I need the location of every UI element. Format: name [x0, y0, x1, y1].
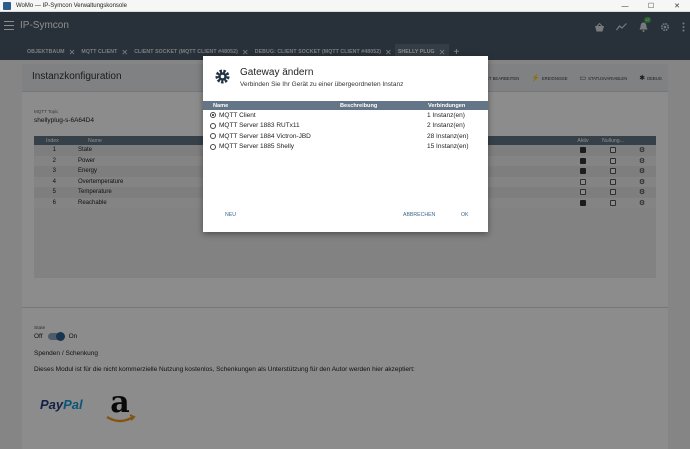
minimize-button[interactable]: —: [612, 0, 638, 12]
gateway-name: MQTT Server 1885 Shelly: [219, 143, 295, 151]
gateway-name: MQTT Server 1883 RUTx11: [219, 122, 300, 130]
gateway-row[interactable]: MQTT Server 1883 RUTx11 2 Instanz(en): [203, 121, 488, 132]
header-verbindungen[interactable]: Verbindungen: [428, 103, 488, 109]
gateway-table: Name Beschreibung Verbindungen MQTT Clie…: [203, 101, 488, 152]
gateway-table-header: Name Beschreibung Verbindungen: [203, 101, 488, 110]
close-window-button[interactable]: ✕: [664, 0, 690, 12]
cancel-button[interactable]: ABBRECHEN: [403, 212, 435, 218]
dialog-footer: NEU ABBRECHEN OK: [203, 212, 488, 224]
window-controls: — ☐ ✕: [612, 0, 690, 12]
maximize-button[interactable]: ☐: [638, 0, 664, 12]
ok-button[interactable]: OK: [461, 212, 469, 218]
gateway-dialog: Gateway ändern Verbinden Sie Ihr Gerät z…: [203, 56, 488, 232]
window-titlebar: WoMo — IP-Symcon Verwaltungskonsole — ☐ …: [0, 0, 690, 12]
app-icon: [3, 1, 11, 10]
gear-icon: [214, 68, 231, 90]
header-name[interactable]: Name: [203, 103, 340, 109]
gateway-name: MQTT Client: [219, 111, 256, 119]
gateway-row[interactable]: MQTT Client 1 Instanz(en): [203, 110, 488, 121]
dialog-subtitle: Verbinden Sie Ihr Gerät zu einer übergeo…: [240, 81, 404, 88]
gateway-row[interactable]: MQTT Server 1885 Shelly 15 Instanz(en): [203, 142, 488, 153]
gateway-radio[interactable]: [210, 122, 216, 129]
gateway-connections: 15 Instanz(en): [427, 143, 469, 151]
gateway-row[interactable]: MQTT Server 1884 Victron-JBD 28 Instanz(e…: [203, 131, 488, 142]
header-beschreibung[interactable]: Beschreibung: [340, 103, 428, 109]
gateway-table-body: MQTT Client 1 Instanz(en) MQTT Server 1883…: [203, 110, 488, 152]
gateway-radio[interactable]: [210, 112, 216, 119]
gateway-connections: 28 Instanz(en): [427, 132, 469, 140]
gateway-connections: 1 Instanz(en): [427, 111, 465, 119]
gateway-connections: 2 Instanz(en): [427, 122, 465, 130]
gateway-radio[interactable]: [210, 143, 216, 150]
window-title: WoMo — IP-Symcon Verwaltungskonsole: [16, 2, 127, 9]
gateway-radio[interactable]: [210, 133, 216, 140]
new-button[interactable]: NEU: [225, 212, 236, 218]
dialog-title: Gateway ändern: [240, 67, 314, 78]
gateway-name: MQTT Server 1884 Victron-JBD: [219, 132, 311, 140]
